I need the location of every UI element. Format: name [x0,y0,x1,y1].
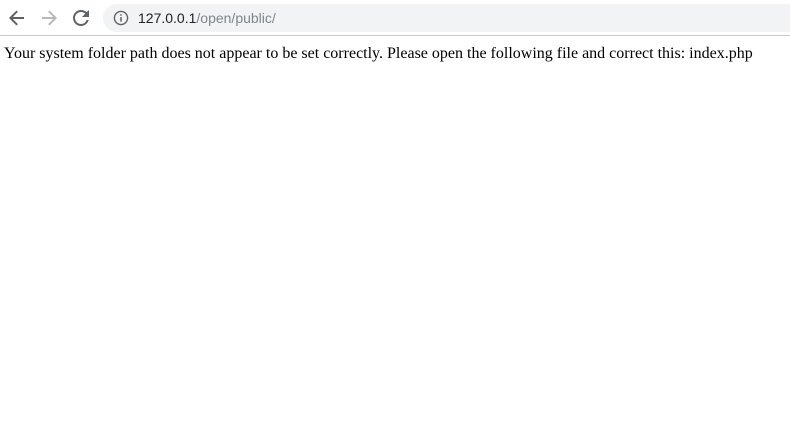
arrow-right-icon [42,10,57,26]
arrow-left-icon [9,10,24,26]
url-text[interactable]: 127.0.0.1/open/public/ [138,4,276,32]
browser-toolbar: 127.0.0.1/open/public/ [0,0,790,36]
url-host: 127.0.0.1 [138,10,197,26]
info-icon[interactable] [113,10,129,26]
forward-button[interactable] [37,6,61,30]
address-bar[interactable]: 127.0.0.1/open/public/ [103,4,790,32]
page-content: Your system folder path does not appear … [4,44,790,64]
error-message: Your system folder path does not appear … [4,45,753,62]
url-path: /open/public/ [196,10,276,26]
back-button[interactable] [5,6,29,30]
reload-icon [73,10,89,26]
reload-button[interactable] [69,6,93,30]
